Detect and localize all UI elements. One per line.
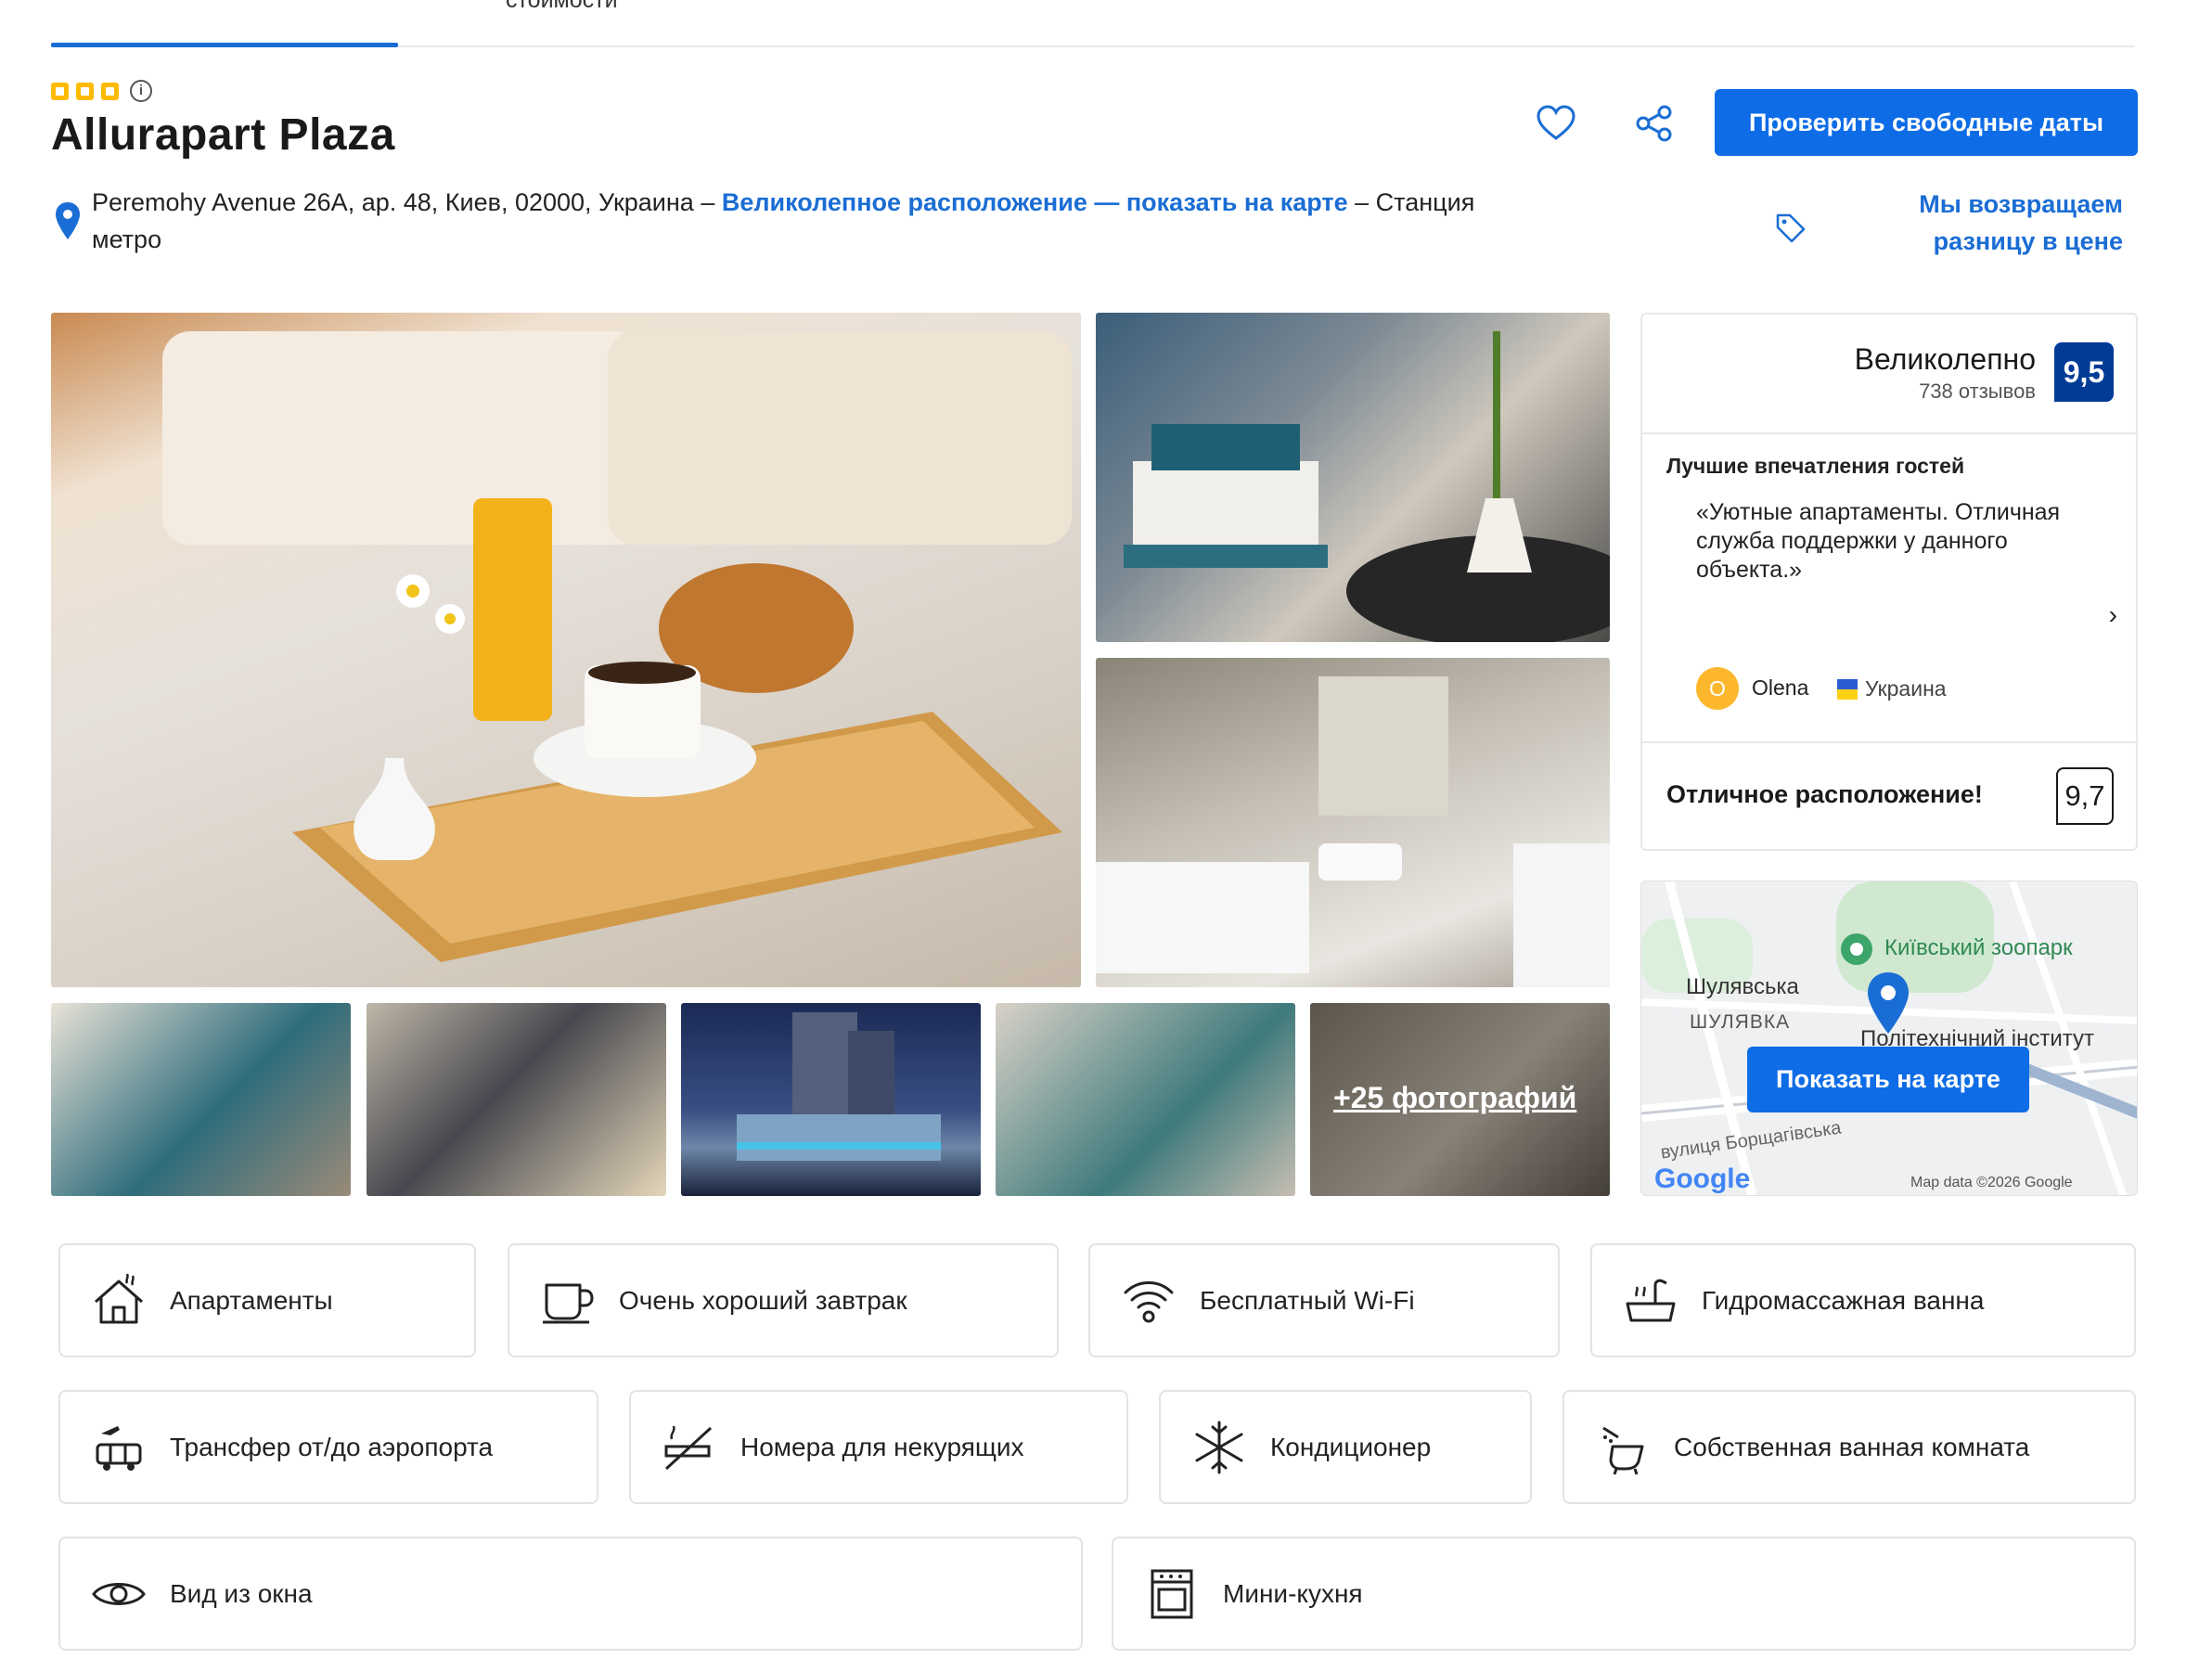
stove-icon bbox=[1151, 1569, 1193, 1618]
facility-air-conditioning: Кондиционер bbox=[1159, 1390, 1532, 1504]
map-label-district: ШУЛЯВКА bbox=[1690, 1011, 1791, 1033]
facility-breakfast: Очень хороший завтрак bbox=[508, 1243, 1059, 1357]
show-on-map-link[interactable]: Великолепное расположение — показать на … bbox=[722, 188, 1348, 216]
no-smoking-icon bbox=[664, 1425, 713, 1470]
bath-icon bbox=[1602, 1426, 1644, 1474]
coffee-cup-icon bbox=[543, 1283, 594, 1323]
avatar: O bbox=[1696, 667, 1739, 710]
facility-label: Вид из окна bbox=[170, 1578, 313, 1608]
house-icon bbox=[95, 1272, 143, 1323]
star-icon bbox=[76, 82, 94, 100]
heart-icon[interactable] bbox=[1536, 104, 1576, 141]
review-score-badge: 9,5 bbox=[2054, 342, 2114, 402]
map-copyright: Map data ©2026 Google bbox=[1910, 1175, 2073, 1190]
facility-apartments: Апартаменты bbox=[58, 1243, 476, 1357]
facility-label: Очень хороший завтрак bbox=[619, 1285, 907, 1315]
tab-prices[interactable]: стоимости bbox=[506, 0, 618, 14]
price-match-line2: разницу в цене bbox=[1933, 227, 2123, 255]
review-count: 738 отзывов bbox=[1919, 379, 2036, 403]
guest-quote: «Уютные апартаменты. Отличная служба под… bbox=[1696, 499, 2061, 583]
active-tab-indicator bbox=[51, 43, 398, 47]
more-photos-link[interactable]: +25 фотографий bbox=[1333, 1081, 1576, 1115]
facility-label: Мини-кухня bbox=[1223, 1578, 1363, 1608]
eye-icon bbox=[92, 1582, 146, 1605]
location-rating-label: Отличное расположение! bbox=[1666, 780, 1983, 808]
guest-highlights-title: Лучшие впечатления гостей bbox=[1666, 454, 1965, 478]
check-availability-button[interactable]: Проверить свободные даты bbox=[1715, 89, 2138, 156]
map-label-metro: Шулявська bbox=[1686, 974, 1799, 999]
facility-label: Номера для некурящих bbox=[740, 1432, 1024, 1461]
location-pin-icon bbox=[56, 202, 80, 239]
google-logo: Google bbox=[1654, 1164, 1751, 1194]
facility-label: Апартаменты bbox=[170, 1285, 333, 1315]
wifi-icon bbox=[1124, 1280, 1174, 1322]
property-title: Allurapart Plaza bbox=[51, 110, 395, 160]
facility-wifi: Бесплатный Wi-Fi bbox=[1088, 1243, 1560, 1357]
review-score-card[interactable]: Великолепно 738 отзывов 9,5 Лучшие впеча… bbox=[1640, 313, 2138, 851]
star-rating: i bbox=[51, 80, 152, 102]
gallery-thumbnail[interactable] bbox=[681, 1003, 981, 1196]
map-label-zoo: Київський зоопарк bbox=[1884, 935, 2073, 960]
reviewer-name: Olena bbox=[1752, 675, 1809, 700]
location-score-badge: 9,7 bbox=[2056, 767, 2114, 825]
gallery-thumbnail[interactable] bbox=[51, 1003, 351, 1196]
gallery-thumbnail[interactable] bbox=[367, 1003, 666, 1196]
price-tag-icon bbox=[1776, 213, 1806, 243]
address-text: Peremohy Avenue 26A, ар. 48, Киев, 02000… bbox=[92, 188, 722, 216]
facility-label: Кондиционер bbox=[1270, 1432, 1432, 1461]
reviewer-country: Украина bbox=[1865, 676, 1947, 701]
facility-non-smoking: Номера для некурящих bbox=[629, 1390, 1128, 1504]
bedroom-photo[interactable] bbox=[1096, 313, 1610, 642]
map-preview[interactable]: Київський зоопарк Шулявська ШУЛЯВКА Полі… bbox=[1640, 881, 2138, 1196]
star-icon bbox=[51, 82, 69, 100]
info-icon[interactable]: i bbox=[130, 80, 152, 102]
hot-tub-icon bbox=[1626, 1279, 1676, 1321]
facility-kitchenette: Мини-кухня bbox=[1112, 1537, 2136, 1651]
facility-label: Собственная ванная комната bbox=[1674, 1432, 2030, 1461]
divider bbox=[1642, 432, 2136, 434]
gallery-thumbnail[interactable] bbox=[996, 1003, 1295, 1196]
facility-airport-shuttle: Трансфер от/до аэропорта bbox=[58, 1390, 598, 1504]
price-match-link[interactable]: Мы возвращаем разницу в цене bbox=[1846, 186, 2123, 260]
show-on-map-button[interactable]: Показать на карте bbox=[1747, 1047, 2029, 1112]
airport-shuttle-icon bbox=[96, 1425, 142, 1471]
divider bbox=[1642, 741, 2136, 743]
ukraine-flag-icon bbox=[1837, 679, 1858, 700]
facility-view: Вид из окна bbox=[58, 1537, 1083, 1651]
chevron-right-icon[interactable]: › bbox=[2109, 600, 2117, 630]
facility-private-bathroom: Собственная ванная комната bbox=[1563, 1390, 2136, 1504]
snowflake-icon bbox=[1195, 1421, 1243, 1473]
facility-label: Трансфер от/до аэропорта bbox=[170, 1432, 494, 1461]
property-address: Peremohy Avenue 26A, ар. 48, Киев, 02000… bbox=[92, 184, 1521, 258]
price-match-line1: Мы возвращаем bbox=[1919, 190, 2123, 218]
facility-hot-tub: Гидромассажная ванна bbox=[1590, 1243, 2136, 1357]
star-icon bbox=[101, 82, 119, 100]
facility-label: Гидромассажная ванна bbox=[1702, 1285, 1985, 1315]
facility-label: Бесплатный Wi-Fi bbox=[1200, 1285, 1415, 1315]
bathroom-photo[interactable] bbox=[1096, 658, 1610, 987]
share-icon[interactable] bbox=[1635, 104, 1674, 143]
review-score-label: Великолепно bbox=[1854, 342, 2036, 376]
main-photo[interactable] bbox=[51, 313, 1081, 987]
